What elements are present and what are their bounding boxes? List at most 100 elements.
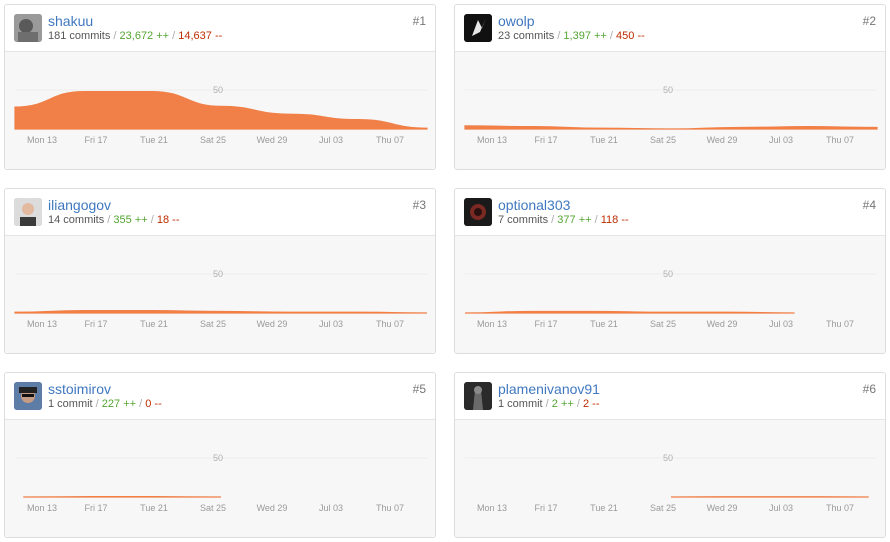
y-tick-label: 50: [663, 269, 673, 279]
contributor-card: plamenivanov91 1 commit / 2 ++ / 2 -- #6 50…: [454, 372, 886, 538]
commits-area-series: [14, 310, 428, 314]
x-tick-label: Jul 03: [319, 319, 343, 329]
x-tick-label: Jul 03: [769, 135, 793, 145]
deletions-count: 14,637 --: [178, 30, 223, 42]
contributor-header: owolp 23 commits / 1,397 ++ / 450 -- #2: [455, 5, 885, 52]
rank-label: #2: [862, 14, 876, 28]
x-tick-label: Sat 25: [650, 319, 676, 329]
x-tick-label: Tue 21: [140, 503, 168, 513]
x-tick-label: Wed 29: [257, 319, 288, 329]
separator: /: [548, 214, 558, 226]
contributor-header: shakuu 181 commits / 23,672 ++ / 14,637 -…: [5, 5, 435, 52]
gray-portrait-avatar: [14, 14, 42, 42]
x-tick-label: Tue 21: [590, 503, 618, 513]
contribution-stats: 1 commit / 2 ++ / 2 --: [498, 398, 600, 411]
x-tick-label: Fri 17: [534, 319, 557, 329]
x-tick-label: Sat 25: [200, 135, 226, 145]
deletions-count: 450 --: [616, 30, 645, 42]
contributor-card: optional303 7 commits / 377 ++ / 118 -- #4…: [454, 188, 886, 354]
x-tick-label: Wed 29: [257, 503, 288, 513]
commit-count: 7 commits: [498, 214, 549, 226]
x-tick-label: Mon 13: [27, 135, 57, 145]
x-tick-label: Fri 17: [84, 319, 107, 329]
chart-area: 50 Mon 13 Fri 17 Tue 21 Sat 25 Wed 29 Jul 03 Th…: [5, 420, 435, 537]
x-tick-label: Jul 03: [319, 503, 343, 513]
contributor-header: iliangogov 14 commits / 355 ++ / 18 -- #3: [5, 189, 435, 236]
username-link[interactable]: optional303: [498, 197, 570, 213]
avatar[interactable]: [14, 14, 42, 42]
x-tick-label: Tue 21: [140, 135, 168, 145]
x-tick-label: Sat 25: [650, 135, 676, 145]
avatar[interactable]: [14, 198, 42, 226]
separator: /: [542, 398, 552, 410]
avatar[interactable]: [464, 382, 492, 410]
x-tick-label: Mon 13: [477, 503, 507, 513]
separator: /: [136, 398, 146, 410]
deletions-count: 18 --: [156, 214, 180, 226]
separator: /: [591, 214, 601, 226]
additions-count: 377 ++: [557, 214, 592, 226]
y-tick-label: 50: [213, 85, 223, 95]
avatar[interactable]: [464, 14, 492, 42]
username-link[interactable]: plamenivanov91: [498, 381, 600, 397]
contributor-card: sstoimirov 1 commit / 227 ++ / 0 -- #5 50 Mo…: [4, 372, 436, 538]
commits-area-series: [14, 90, 428, 130]
x-tick-label: Thu 07: [826, 503, 854, 513]
contributions-area-chart: 50 Mon 13 Fri 17 Tue 21 Sat 25 Wed 29 Jul 03 Th…: [14, 269, 428, 329]
avatar[interactable]: [14, 382, 42, 410]
contribution-stats: 23 commits / 1,397 ++ / 450 --: [498, 30, 645, 43]
username-link[interactable]: shakuu: [48, 13, 93, 29]
contribution-stats: 7 commits / 377 ++ / 118 --: [498, 214, 629, 227]
x-tick-label: Fri 17: [534, 503, 557, 513]
x-tick-label: Wed 29: [707, 135, 738, 145]
y-tick-label: 50: [663, 453, 673, 463]
contributor-card: shakuu 181 commits / 23,672 ++ / 14,637 -…: [4, 4, 436, 170]
additions-count: 2 ++: [551, 398, 574, 410]
chart-area: 50 Mon 13 Fri 17 Tue 21 Sat 25 Wed 29 Jul 03 Th…: [455, 236, 885, 353]
commit-count: 181 commits: [48, 30, 111, 42]
x-tick-label: Mon 13: [477, 135, 507, 145]
chart-area: 50 Mon 13 Fri 17 Tue 21 Sat 25 Wed 29 Jul 03 Th…: [5, 236, 435, 353]
separator: /: [92, 398, 102, 410]
commit-count: 23 commits: [498, 30, 555, 42]
additions-count: 23,672 ++: [119, 30, 170, 42]
username-link[interactable]: owolp: [498, 13, 535, 29]
x-tick-label: Sat 25: [200, 319, 226, 329]
dark-red-avatar: [464, 198, 492, 226]
username-link[interactable]: iliangogov: [48, 197, 111, 213]
separator: /: [147, 214, 157, 226]
username-link[interactable]: sstoimirov: [48, 381, 111, 397]
bald-man-avatar: [14, 198, 42, 226]
x-tick-label: Mon 13: [27, 319, 57, 329]
x-tick-label: Tue 21: [590, 319, 618, 329]
x-tick-label: Mon 13: [477, 319, 507, 329]
chart-area: 50 Mon 13 Fri 17 Tue 21 Sat 25 Wed 29 Jul 03 Th…: [455, 420, 885, 537]
contributions-area-chart: 50 Mon 13 Fri 17 Tue 21 Sat 25 Wed 29 Jul 03 Th…: [464, 85, 878, 145]
man-with-cap-avatar: [14, 382, 42, 410]
chart-area: 50 Mon 13 Fri 17 Tue 21 Sat 25 Wed 29 Jul 03 Th…: [455, 52, 885, 169]
x-tick-label: Thu 07: [376, 135, 404, 145]
contributor-header: sstoimirov 1 commit / 227 ++ / 0 -- #5: [5, 373, 435, 420]
commit-count: 1 commit: [48, 398, 93, 410]
rank-label: #4: [862, 198, 876, 212]
rank-label: #5: [412, 382, 426, 396]
commit-count: 14 commits: [48, 214, 105, 226]
commits-area-series: [464, 125, 878, 130]
separator: /: [573, 398, 583, 410]
x-tick-label: Jul 03: [769, 503, 793, 513]
commits-area-series: [464, 310, 795, 314]
x-tick-label: Thu 07: [376, 319, 404, 329]
avatar[interactable]: [464, 198, 492, 226]
y-tick-label: 50: [213, 453, 223, 463]
contributor-header: optional303 7 commits / 377 ++ / 118 -- #4: [455, 189, 885, 236]
deletions-count: 118 --: [600, 214, 629, 226]
separator: /: [606, 30, 617, 42]
chart-area: 50 Mon 13 Fri 17 Tue 21 Sat 25 Wed 29 Jul 03 Th…: [5, 52, 435, 169]
contributions-area-chart: 50 Mon 13 Fri 17 Tue 21 Sat 25 Wed 29 Jul 03 Th…: [15, 453, 427, 513]
separator: /: [110, 30, 120, 42]
contributions-area-chart: 50 Mon 13 Fri 17 Tue 21 Sat 25 Wed 29 Jul 03 Th…: [465, 453, 877, 513]
contributor-header: plamenivanov91 1 commit / 2 ++ / 2 -- #6: [455, 373, 885, 420]
deletions-count: 2 --: [583, 398, 600, 410]
x-tick-label: Wed 29: [707, 503, 738, 513]
x-tick-label: Fri 17: [84, 503, 107, 513]
